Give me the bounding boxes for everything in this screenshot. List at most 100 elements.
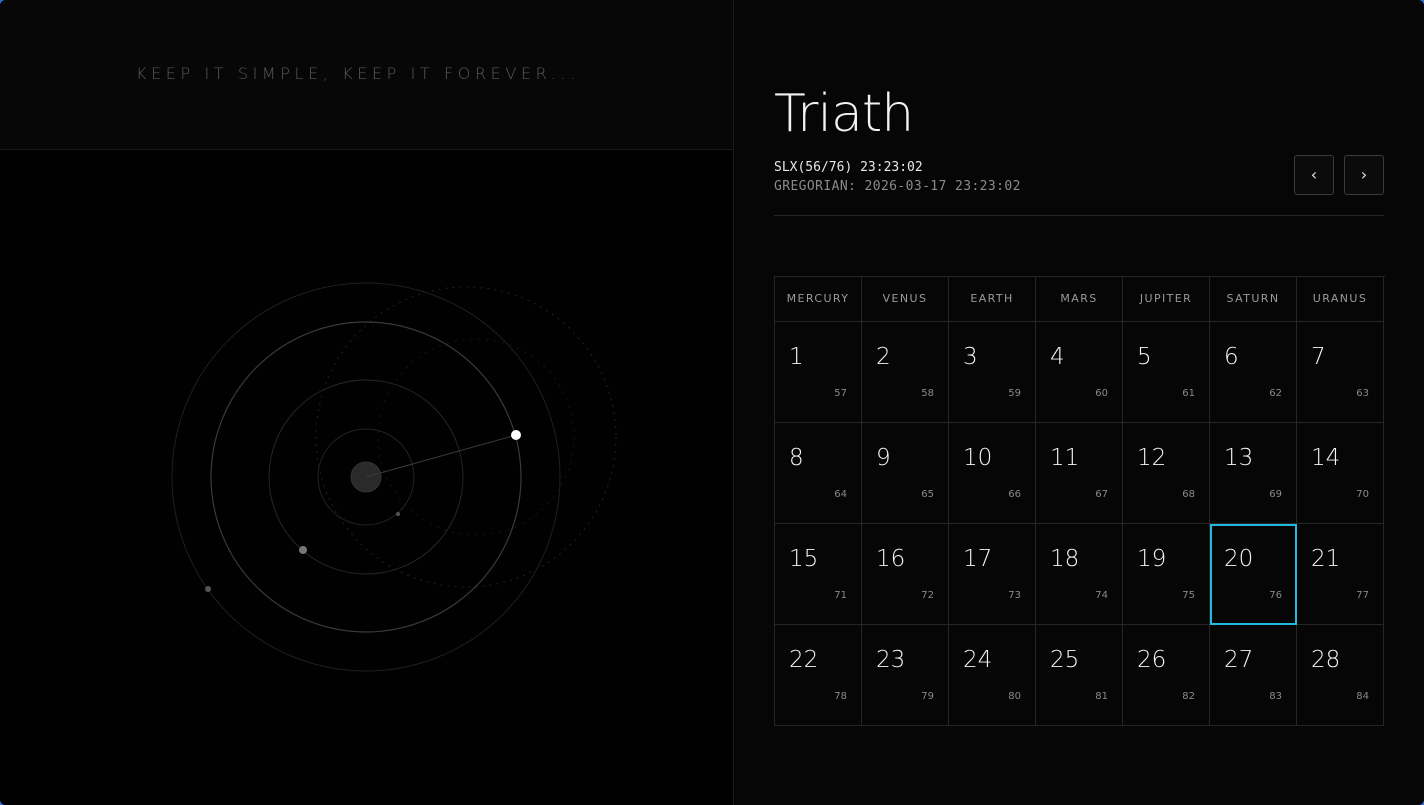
calendar-day-cell[interactable]: 17 73 xyxy=(949,524,1036,625)
day-number: 22 xyxy=(789,647,819,673)
calendar-week-row: 22 78 23 79 24 80 25 81 26 82 27 83 28 84 xyxy=(775,625,1385,726)
day-number: 10 xyxy=(963,445,993,471)
day-of-year-number: 84 xyxy=(1356,691,1369,702)
weekday-header: SATURN xyxy=(1210,277,1297,322)
orbit-diagram xyxy=(171,282,617,672)
day-number: 15 xyxy=(789,546,819,572)
calendar-day-cell[interactable]: 12 68 xyxy=(1123,423,1210,524)
gregorian-time: GREGORIAN: 2026-03-17 23:23:02 xyxy=(774,179,1021,194)
header-divider xyxy=(774,215,1384,216)
weekday-header: URANUS xyxy=(1297,277,1384,322)
day-number: 6 xyxy=(1224,344,1239,370)
day-of-year-number: 62 xyxy=(1269,388,1282,399)
day-of-year-number: 72 xyxy=(921,590,934,601)
calendar-day-cell[interactable]: 10 66 xyxy=(949,423,1036,524)
day-number: 13 xyxy=(1224,445,1254,471)
day-number: 27 xyxy=(1224,647,1254,673)
day-number: 21 xyxy=(1311,546,1341,572)
chevron-left-icon: ‹ xyxy=(1310,165,1318,184)
day-of-year-number: 64 xyxy=(834,489,847,500)
day-number: 7 xyxy=(1311,344,1326,370)
day-of-year-number: 69 xyxy=(1269,489,1282,500)
app-frame: KEEP IT SIMPLE, KEEP IT FOREVER... Triat… xyxy=(0,0,1424,805)
calendar-day-cell[interactable]: 22 78 xyxy=(775,625,862,726)
day-number: 2 xyxy=(876,344,891,370)
day-number: 9 xyxy=(876,445,891,471)
day-number: 11 xyxy=(1050,445,1080,471)
day-of-year-number: 80 xyxy=(1008,691,1021,702)
calendar-day-cell[interactable]: 1 57 xyxy=(775,322,862,423)
calendar-day-cell[interactable]: 21 77 xyxy=(1297,524,1384,625)
calendar-day-cell[interactable]: 19 75 xyxy=(1123,524,1210,625)
day-of-year-number: 67 xyxy=(1095,489,1108,500)
day-of-year-number: 68 xyxy=(1182,489,1195,500)
weekday-header: JUPITER xyxy=(1123,277,1210,322)
calendar-day-cell[interactable]: 24 80 xyxy=(949,625,1036,726)
day-number: 26 xyxy=(1137,647,1167,673)
calendar-day-cell-selected[interactable]: 20 76 xyxy=(1210,524,1297,625)
day-of-year-number: 65 xyxy=(921,489,934,500)
tagline: KEEP IT SIMPLE, KEEP IT FOREVER... xyxy=(136,64,580,83)
calendar-day-cell[interactable]: 13 69 xyxy=(1210,423,1297,524)
weekday-header: VENUS xyxy=(862,277,949,322)
next-month-button[interactable]: › xyxy=(1344,155,1384,195)
slx-time: SLX(56/76) 23:23:02 xyxy=(774,160,923,175)
day-of-year-number: 66 xyxy=(1008,489,1021,500)
weekday-header: MERCURY xyxy=(775,277,862,322)
day-of-year-number: 73 xyxy=(1008,590,1021,601)
calendar-day-cell[interactable]: 23 79 xyxy=(862,625,949,726)
calendar-day-cell[interactable]: 3 59 xyxy=(949,322,1036,423)
calendar-week-row: 15 71 16 72 17 73 18 74 19 75 20 76 21 77 xyxy=(775,524,1385,625)
calendar-day-cell[interactable]: 27 83 xyxy=(1210,625,1297,726)
calendar-day-cell[interactable]: 5 61 xyxy=(1123,322,1210,423)
calendar-day-cell[interactable]: 15 71 xyxy=(775,524,862,625)
chevron-right-icon: › xyxy=(1360,165,1368,184)
day-of-year-number: 77 xyxy=(1356,590,1369,601)
day-of-year-number: 57 xyxy=(834,388,847,399)
day-of-year-number: 58 xyxy=(921,388,934,399)
planet-small-inner xyxy=(396,512,400,516)
calendar-day-cell[interactable]: 14 70 xyxy=(1297,423,1384,524)
calendar-day-cell[interactable]: 26 82 xyxy=(1123,625,1210,726)
day-number: 23 xyxy=(876,647,906,673)
calendar-title: Triath xyxy=(774,84,914,144)
prev-month-button[interactable]: ‹ xyxy=(1294,155,1334,195)
day-of-year-number: 82 xyxy=(1182,691,1195,702)
calendar-day-cell[interactable]: 11 67 xyxy=(1036,423,1123,524)
day-number: 17 xyxy=(963,546,993,572)
day-number: 16 xyxy=(876,546,906,572)
calendar-day-cell[interactable]: 28 84 xyxy=(1297,625,1384,726)
day-of-year-number: 75 xyxy=(1182,590,1195,601)
weekday-header: MARS xyxy=(1036,277,1123,322)
day-number: 19 xyxy=(1137,546,1167,572)
calendar-day-cell[interactable]: 9 65 xyxy=(862,423,949,524)
day-number: 4 xyxy=(1050,344,1065,370)
calendar-day-cell[interactable]: 8 64 xyxy=(775,423,862,524)
earth-vector-line xyxy=(365,434,517,478)
calendar-day-cell[interactable]: 2 58 xyxy=(862,322,949,423)
day-number: 1 xyxy=(789,344,804,370)
calendar-day-cell[interactable]: 4 60 xyxy=(1036,322,1123,423)
app-window: KEEP IT SIMPLE, KEEP IT FOREVER... Triat… xyxy=(0,0,1424,805)
day-of-year-number: 74 xyxy=(1095,590,1108,601)
calendar-day-cell[interactable]: 25 81 xyxy=(1036,625,1123,726)
day-of-year-number: 59 xyxy=(1008,388,1021,399)
day-of-year-number: 71 xyxy=(834,590,847,601)
calendar-day-cell[interactable]: 7 63 xyxy=(1297,322,1384,423)
day-number: 3 xyxy=(963,344,978,370)
calendar-grid: MERCURY VENUS EARTH MARS JUPITER SATURN … xyxy=(774,276,1385,726)
planet-mid xyxy=(299,546,307,554)
day-number: 5 xyxy=(1137,344,1152,370)
calendar-day-cell[interactable]: 18 74 xyxy=(1036,524,1123,625)
day-number: 24 xyxy=(963,647,993,673)
day-number: 12 xyxy=(1137,445,1167,471)
day-of-year-number: 78 xyxy=(834,691,847,702)
calendar-day-cell[interactable]: 16 72 xyxy=(862,524,949,625)
calendar-week-row: 1 57 2 58 3 59 4 60 5 61 6 62 7 63 xyxy=(775,322,1385,423)
day-of-year-number: 81 xyxy=(1095,691,1108,702)
day-number: 25 xyxy=(1050,647,1080,673)
calendar-day-cell[interactable]: 6 62 xyxy=(1210,322,1297,423)
day-of-year-number: 76 xyxy=(1269,590,1282,601)
calendar-panel: Triath SLX(56/76) 23:23:02 GREGORIAN: 20… xyxy=(734,0,1424,805)
calendar-weeks: 1 57 2 58 3 59 4 60 5 61 6 62 7 63 8 64 9 65 10 66 11 67 12 68 1… xyxy=(775,322,1385,726)
